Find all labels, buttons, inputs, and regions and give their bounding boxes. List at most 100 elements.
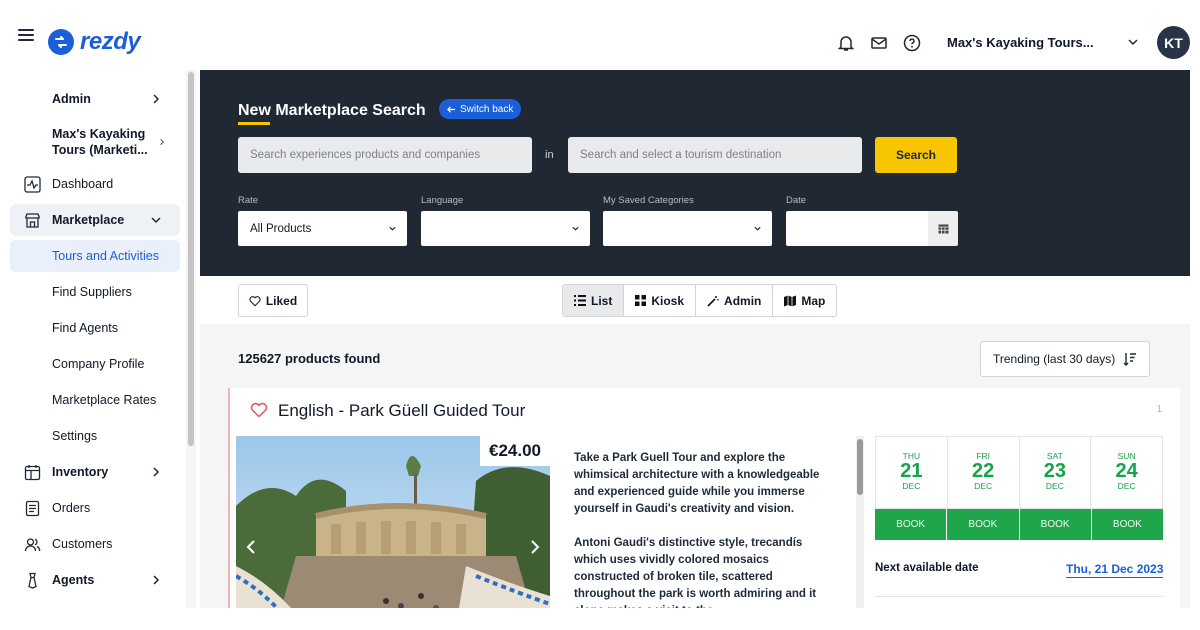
magic-wand-icon xyxy=(707,295,719,307)
day-number: 24 xyxy=(1115,460,1138,482)
language-label: Language xyxy=(421,195,464,206)
sidebar-scrollbar-thumb[interactable] xyxy=(188,72,194,446)
sidebar-item-tours-and-activities[interactable]: Tours and Activities xyxy=(10,240,180,272)
categories-label: My Saved Categories xyxy=(603,195,694,206)
bell-icon[interactable] xyxy=(836,33,856,53)
sidebar-item-inventory[interactable]: Inventory xyxy=(10,461,180,483)
storefront-icon xyxy=(23,211,41,229)
liked-button[interactable]: Liked xyxy=(238,284,308,317)
switch-back-button[interactable]: Switch back xyxy=(439,99,522,119)
brand-logo[interactable]: rezdy xyxy=(48,28,141,56)
sidebar-item-label: Find Agents xyxy=(52,321,119,335)
avatar[interactable]: KT xyxy=(1157,26,1190,59)
divider xyxy=(875,596,1163,597)
sidebar-item-agents[interactable]: Agents xyxy=(10,569,180,591)
in-label: in xyxy=(545,149,554,161)
logo-mark-icon xyxy=(48,29,74,55)
book-button[interactable]: BOOK xyxy=(1020,509,1092,540)
description-scrollbar-thumb[interactable] xyxy=(857,439,863,495)
sidebar-item-label: Marketplace Rates xyxy=(52,393,157,407)
sidebar-item-label: Customers xyxy=(52,537,113,551)
grid-icon xyxy=(635,295,647,306)
product-description: Take a Park Guell Tour and explore the w… xyxy=(574,450,836,608)
top-header: rezdy Max's Kayaking Tours... KT xyxy=(0,0,1200,70)
sidebar-item-marketplace-rates[interactable]: Marketplace Rates xyxy=(10,389,180,411)
chevron-right-icon xyxy=(153,94,160,104)
product-price: €24.00 xyxy=(480,436,550,466)
result-index: 1 xyxy=(1156,404,1162,415)
sidebar-item-find-agents[interactable]: Find Agents xyxy=(10,317,180,339)
calendar-button[interactable] xyxy=(928,211,958,246)
heart-outline-icon xyxy=(249,295,261,307)
next-available-label: Next available date xyxy=(875,562,979,574)
sidebar-item-label: Agents xyxy=(52,573,95,587)
sidebar-item-dashboard[interactable]: Dashboard xyxy=(10,173,180,195)
availability-day[interactable]: SAT 23 DEC xyxy=(1020,437,1092,508)
tab-list[interactable]: List xyxy=(563,285,625,316)
menu-icon[interactable] xyxy=(18,29,34,41)
sidebar-item-label: Max's Kayaking Tours (Marketi... xyxy=(52,127,148,157)
day-number: 23 xyxy=(1043,460,1066,482)
sidebar-item-settings[interactable]: Settings xyxy=(10,425,180,447)
book-button[interactable]: BOOK xyxy=(1092,509,1163,540)
chevron-down-icon xyxy=(754,226,761,231)
tab-map[interactable]: Map xyxy=(773,285,837,316)
search-input[interactable]: Search experiences products and companie… xyxy=(238,137,532,173)
sidebar: Admin Max's Kayaking Tours (Marketi... D… xyxy=(10,70,196,608)
day-month: DEC xyxy=(974,481,993,491)
book-button[interactable]: BOOK xyxy=(875,509,948,540)
sidebar-item-label: Inventory xyxy=(52,465,109,479)
sidebar-item-marketplace[interactable]: Marketplace xyxy=(10,204,180,236)
sidebar-item-customers[interactable]: Customers xyxy=(10,533,180,555)
description-paragraph: Take a Park Guell Tour and explore the w… xyxy=(574,452,820,515)
heart-outline-icon[interactable] xyxy=(250,402,268,418)
book-buttons: BOOK BOOK BOOK BOOK xyxy=(875,509,1163,540)
sidebar-item-label: Admin xyxy=(52,92,91,106)
sidebar-item-label: Tours and Activities xyxy=(52,249,159,263)
sidebar-item-orders[interactable]: Orders xyxy=(10,497,180,519)
rate-select-value: All Products xyxy=(250,222,312,235)
sidebar-item-find-suppliers[interactable]: Find Suppliers xyxy=(10,281,180,303)
language-select[interactable] xyxy=(421,211,590,246)
description-paragraph: Antoni Gaudi's distinctive style, trecan… xyxy=(574,537,817,608)
chevron-down-icon[interactable] xyxy=(1127,36,1139,48)
day-month: DEC xyxy=(1045,481,1064,491)
tab-label: Kiosk xyxy=(651,293,685,308)
sort-select[interactable]: Trending (last 30 days) xyxy=(980,341,1150,377)
results-area: 125627 products found Trending (last 30 … xyxy=(200,324,1190,608)
availability-day[interactable]: SUN 24 DEC xyxy=(1091,437,1162,508)
next-available-date-link[interactable]: Thu, 21 Dec 2023 xyxy=(1066,562,1164,578)
app-frame: rezdy Max's Kayaking Tours... KT Admin M… xyxy=(0,0,1200,630)
tab-kiosk[interactable]: Kiosk xyxy=(624,285,697,316)
categories-select[interactable] xyxy=(603,211,772,246)
sort-select-value: Trending (last 30 days) xyxy=(993,352,1116,366)
chevron-right-icon xyxy=(153,467,160,477)
sidebar-item-company-profile[interactable]: Company Profile xyxy=(10,353,180,375)
chevron-down-icon xyxy=(151,217,161,224)
availability-day[interactable]: THU 21 DEC xyxy=(876,437,948,508)
day-month: DEC xyxy=(1117,481,1136,491)
search-button[interactable]: Search xyxy=(875,137,957,173)
product-title[interactable]: English - Park Güell Guided Tour xyxy=(278,401,525,421)
sidebar-item-label: Find Suppliers xyxy=(52,285,132,299)
account-switcher[interactable]: Max's Kayaking Tours... xyxy=(947,35,1094,50)
availability-calendar: THU 21 DEC FRI 22 DEC SAT 23 DEC SUN 24 xyxy=(875,436,1163,509)
destination-input[interactable]: Search and select a tourism destination xyxy=(568,137,862,173)
sidebar-item-admin[interactable]: Admin xyxy=(10,88,180,110)
sidebar-item-account[interactable]: Max's Kayaking Tours (Marketi... xyxy=(10,125,180,159)
chevron-right-icon xyxy=(160,139,164,145)
sort-icon xyxy=(1123,353,1136,366)
tab-label: List xyxy=(591,293,613,308)
agent-icon xyxy=(23,571,41,589)
mail-icon[interactable] xyxy=(869,33,889,53)
rate-select[interactable]: All Products xyxy=(238,211,407,246)
help-icon[interactable] xyxy=(902,33,922,53)
tab-admin[interactable]: Admin xyxy=(696,285,774,316)
bottom-edge xyxy=(0,608,1200,630)
document-icon xyxy=(23,499,41,517)
day-number: 22 xyxy=(972,460,995,482)
availability-day[interactable]: FRI 22 DEC xyxy=(948,437,1020,508)
date-input[interactable] xyxy=(786,211,928,246)
book-button[interactable]: BOOK xyxy=(947,509,1020,540)
sidebar-item-label: Orders xyxy=(52,501,91,515)
